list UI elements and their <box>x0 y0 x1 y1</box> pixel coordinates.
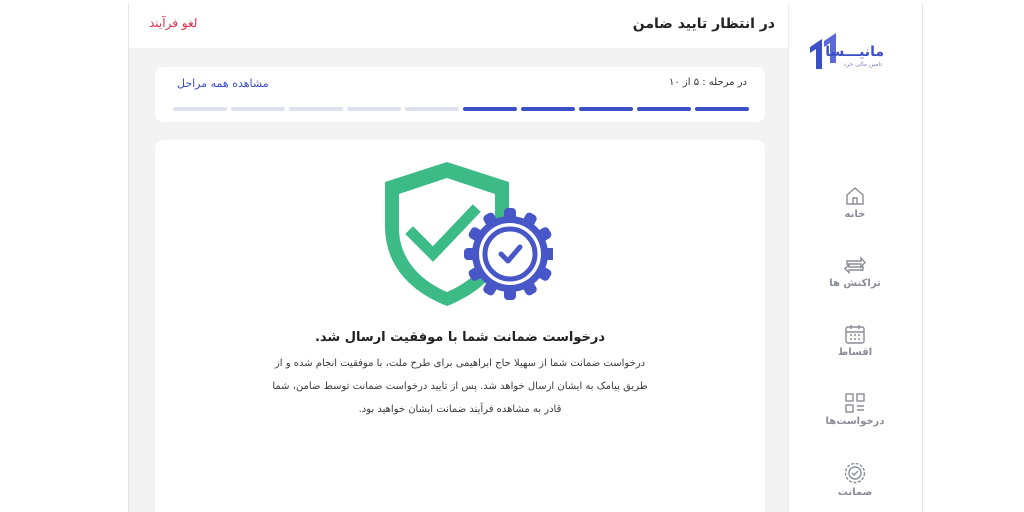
nav-label-guarantee: ضمانت <box>837 487 873 498</box>
nav-item-guarantee[interactable]: ضمانت <box>813 462 897 512</box>
top-header: در انتظار تایید ضامن لغو فرآیند <box>129 3 789 48</box>
grid-icon <box>845 393 865 413</box>
nav-item-requests[interactable]: درخواست‌ها <box>813 393 897 445</box>
success-title: درخواست ضمانت شما با موفقیت ارسال شد. <box>314 330 606 345</box>
nav-item-home[interactable]: خانه <box>813 186 897 238</box>
result-card: درخواست ضمانت شما با موفقیت ارسال شد. در… <box>155 140 765 512</box>
badge-icon <box>844 462 866 484</box>
step-counter: در مرحله : ۵ از ۱۰ <box>668 77 747 88</box>
nav-label-requests: درخواست‌ها <box>825 416 885 427</box>
nav-label-home: خانه <box>844 209 866 220</box>
brand-tagline: تامین مالی خرد <box>843 61 882 68</box>
step-progress-bar <box>173 107 749 111</box>
nav-item-installments[interactable]: اقساط <box>813 324 897 376</box>
home-icon <box>846 187 864 205</box>
brand-name: مانیـــسا <box>825 44 884 60</box>
brand-logo[interactable]: مانیـــسا تامین مالی خرد <box>808 33 902 73</box>
steps-card: در مرحله : ۵ از ۱۰ مشاهده همه مراحل <box>155 67 765 122</box>
app-window: در انتظار تایید ضامن لغو فرآیند در مرحله… <box>128 3 923 512</box>
nav-label-transactions: تراکنش ها <box>829 278 881 289</box>
progress-segment <box>463 107 517 111</box>
progress-segment <box>347 107 401 111</box>
nav-item-transactions[interactable]: تراکنش ها <box>813 255 897 307</box>
progress-segment <box>289 107 343 111</box>
calendar-icon <box>845 325 865 344</box>
transfer-icon <box>844 256 866 275</box>
progress-segment <box>231 107 285 111</box>
progress-segment <box>173 107 227 111</box>
page-title: در انتظار تایید ضامن <box>632 16 775 32</box>
success-description: درخواست ضمانت شما از سهیلا حاج ابراهیمی … <box>272 358 648 415</box>
progress-segment <box>637 107 691 111</box>
progress-segment <box>695 107 749 111</box>
progress-segment <box>405 107 459 111</box>
nav-label-installments: اقساط <box>837 347 873 358</box>
view-all-steps-link[interactable]: مشاهده همه مراحل <box>177 77 269 90</box>
sidebar: مانیـــسا تامین مالی خرد خانه تراکنش ها … <box>788 3 922 512</box>
cancel-process-link[interactable]: لغو فرآیند <box>149 16 197 30</box>
progress-segment <box>521 107 575 111</box>
shield-check-icon <box>385 162 553 306</box>
progress-segment <box>579 107 633 111</box>
